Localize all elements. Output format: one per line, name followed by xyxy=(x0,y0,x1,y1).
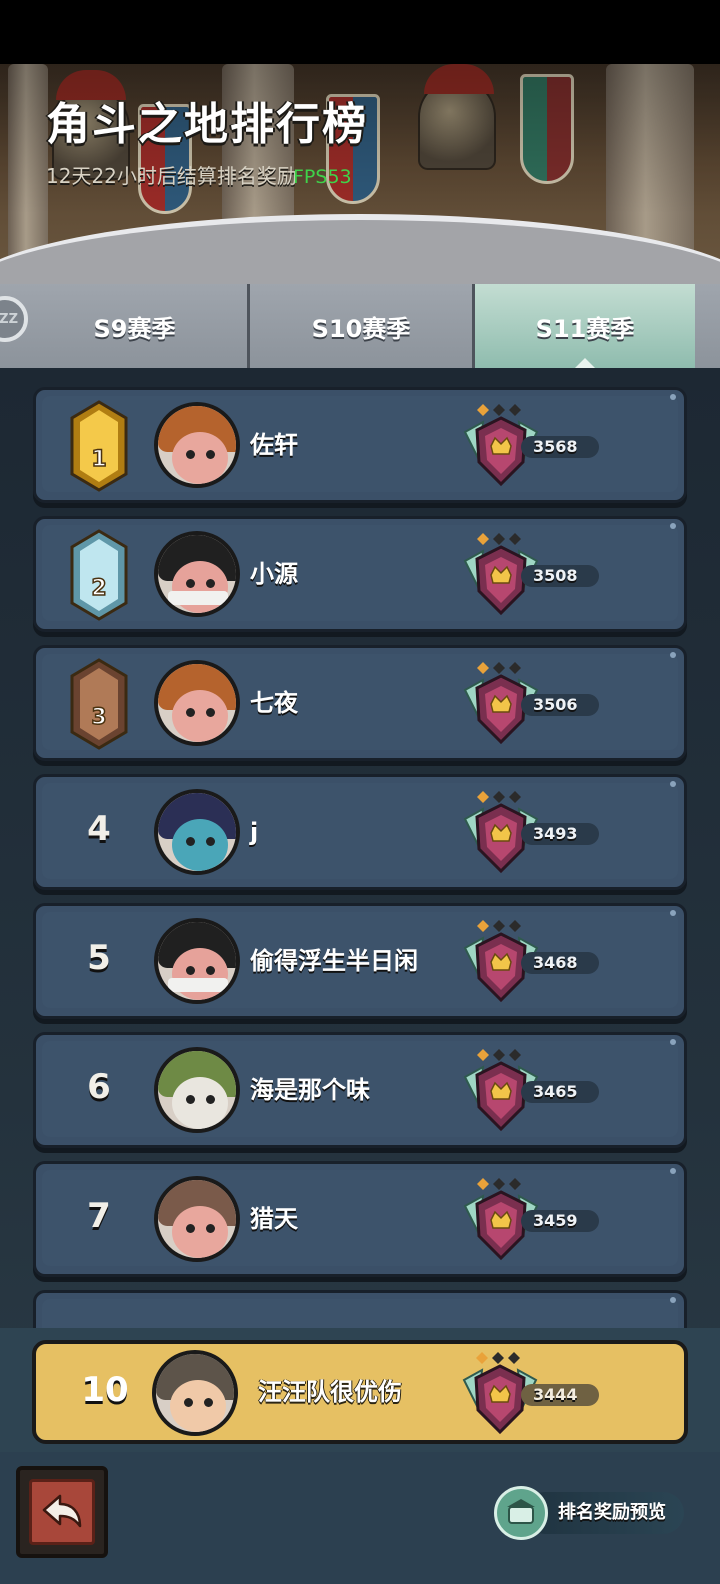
tab-s11[interactable]: S11赛季 xyxy=(475,284,695,368)
leaderboard-row[interactable]: 1 佐轩 3568 xyxy=(33,387,687,503)
leaderboard-row[interactable]: 4 j 3493 xyxy=(33,774,687,890)
rank-medal-icon: 1 xyxy=(70,400,128,492)
player-score: 3468 xyxy=(533,953,578,972)
rank-number: 6 xyxy=(87,1067,111,1107)
player-name: 猎天 xyxy=(250,1205,298,1233)
reward-preview-label: 排名奖励预览 xyxy=(558,1502,666,1523)
player-score: 3465 xyxy=(533,1082,578,1101)
leaderboard-list[interactable]: 1 佐轩 3568 2 小源 3508 3 七夜 3506 4 j 3493 5… xyxy=(0,368,720,1328)
rank-number: 7 xyxy=(87,1196,111,1236)
medal-rank-number: 1 xyxy=(91,447,106,472)
rank-number: 4 xyxy=(87,809,111,849)
season-tabs: ZZ S9赛季 S10赛季 S11赛季 xyxy=(0,284,720,368)
player-avatar[interactable] xyxy=(154,531,240,617)
leaderboard-row[interactable]: 3 七夜 3506 xyxy=(33,645,687,761)
my-score: 3444 xyxy=(533,1385,578,1404)
tab-s10[interactable]: S10赛季 xyxy=(250,284,472,368)
player-avatar[interactable] xyxy=(154,918,240,1004)
player-name: 佐轩 xyxy=(250,431,298,459)
reward-chest-icon xyxy=(494,1486,548,1540)
medal-rank-number: 3 xyxy=(91,705,106,730)
player-avatar[interactable] xyxy=(154,789,240,875)
back-arrow-icon xyxy=(42,1494,82,1528)
leaderboard-row[interactable]: 5 偷得浮生半日闲 3468 xyxy=(33,903,687,1019)
player-name: 偷得浮生半日闲 xyxy=(250,947,418,975)
player-avatar[interactable] xyxy=(154,660,240,746)
my-rank-number: 10 xyxy=(81,1370,129,1410)
rank-medal-icon: 2 xyxy=(70,529,128,621)
leaderboard-row[interactable]: 7 猎天 3459 xyxy=(33,1161,687,1277)
medal-rank-number: 2 xyxy=(91,576,106,601)
my-rank-row[interactable]: 10 汪汪队很优伤 3444 xyxy=(32,1340,688,1444)
status-bar xyxy=(0,0,720,64)
reward-preview-button[interactable]: 排名奖励预览 xyxy=(494,1486,694,1540)
page-title: 角斗之地排行榜 xyxy=(46,99,368,150)
player-name: 小源 xyxy=(250,560,298,588)
player-score: 3493 xyxy=(533,824,578,843)
player-name: 七夜 xyxy=(250,689,298,717)
tab-s9[interactable]: S9赛季 xyxy=(22,284,247,368)
player-score: 3568 xyxy=(533,437,578,456)
leaderboard-row[interactable]: 2 小源 3508 xyxy=(33,516,687,632)
player-score: 3508 xyxy=(533,566,578,585)
settlement-countdown: 12天22小时后结算排名奖励 xyxy=(46,164,297,188)
player-score: 3459 xyxy=(533,1211,578,1230)
player-avatar[interactable] xyxy=(154,1176,240,1262)
my-avatar[interactable] xyxy=(152,1350,238,1436)
player-name: j xyxy=(250,818,259,846)
player-avatar[interactable] xyxy=(154,402,240,488)
fps-overlay: FPS53 xyxy=(293,166,352,188)
rank-medal-icon: 3 xyxy=(70,658,128,750)
player-name: 海是那个味 xyxy=(250,1076,370,1104)
rank-number: 5 xyxy=(87,938,111,978)
leaderboard-row[interactable]: 6 海是那个味 3465 xyxy=(33,1032,687,1148)
my-player-name: 汪汪队很优伤 xyxy=(258,1378,402,1406)
leaderboard-row-partial[interactable] xyxy=(33,1290,687,1328)
back-button[interactable] xyxy=(16,1466,108,1558)
player-avatar[interactable] xyxy=(154,1047,240,1133)
player-score: 3506 xyxy=(533,695,578,714)
